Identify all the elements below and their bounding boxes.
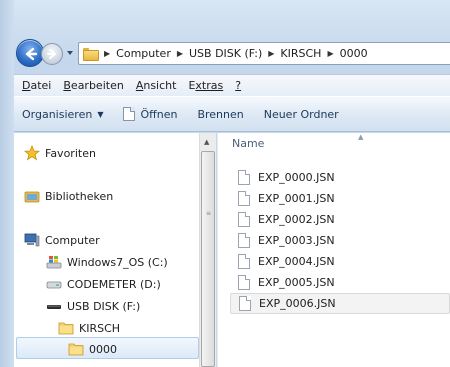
menu-bearbeiten[interactable]: Bearbeiten xyxy=(63,79,123,92)
menu-datei-label: atei xyxy=(30,79,52,92)
menu-extras-label: xtras xyxy=(195,79,224,92)
computer-icon xyxy=(24,233,40,247)
organize-button[interactable]: Organisieren ▼ xyxy=(22,108,103,121)
file-row-hovered[interactable]: EXP_0006.JSN xyxy=(230,293,450,314)
file-name: EXP_0001.JSN xyxy=(258,192,335,205)
nav-item-kirsch[interactable]: KIRSCH xyxy=(58,320,120,336)
sort-ascending-icon: ▲ xyxy=(358,133,364,141)
file-icon xyxy=(238,254,250,269)
address-bar[interactable]: ▶ Computer ▶ USB DISK (F:) ▶ KIRSCH ▶ 00… xyxy=(78,42,450,65)
back-button[interactable] xyxy=(16,39,44,67)
file-icon xyxy=(239,296,251,311)
windows-drive-icon xyxy=(46,256,62,269)
drive-icon xyxy=(46,281,62,289)
menu-bar: Datei Bearbeiten Ansicht Extras ? xyxy=(14,74,450,96)
file-row[interactable]: EXP_0000.JSN xyxy=(230,167,450,188)
document-icon xyxy=(123,107,136,121)
file-icon xyxy=(238,170,250,185)
breadcrumb-usb-disk[interactable]: USB DISK (F:) xyxy=(189,47,262,60)
menu-bearbeiten-label: earbeiten xyxy=(70,79,124,92)
usb-drive-icon xyxy=(47,305,61,309)
breadcrumb-0000[interactable]: 0000 xyxy=(340,47,368,60)
organize-label: Organisieren xyxy=(22,107,93,121)
breadcrumb-separator-icon[interactable]: ▶ xyxy=(177,49,183,58)
menu-ansicht-label: nsicht xyxy=(143,79,177,92)
navigation-bar: ▶ Computer ▶ USB DISK (F:) ▶ KIRSCH ▶ 00… xyxy=(14,38,450,68)
folder-icon xyxy=(83,48,99,61)
nav-label: KIRSCH xyxy=(79,321,121,335)
burn-button[interactable]: Brennen xyxy=(197,108,243,121)
file-name: EXP_0002.JSN xyxy=(258,213,335,226)
burn-label: Brennen xyxy=(197,107,244,121)
nav-label: CODEMETER (D:) xyxy=(67,277,161,291)
menu-ansicht[interactable]: Ansicht xyxy=(136,79,177,92)
file-icon xyxy=(238,275,250,290)
file-name: EXP_0000.JSN xyxy=(258,171,335,184)
new-folder-label: Neuer Ordner xyxy=(263,107,339,121)
breadcrumb-separator-icon[interactable]: ▶ xyxy=(104,49,110,58)
library-icon xyxy=(24,191,40,203)
file-icon xyxy=(238,233,250,248)
breadcrumb-separator-icon[interactable]: ▶ xyxy=(268,49,274,58)
breadcrumb-separator-icon[interactable]: ▶ xyxy=(327,49,333,58)
file-name: EXP_0005.JSN xyxy=(258,276,335,289)
breadcrumb-kirsch[interactable]: KIRSCH xyxy=(280,47,321,60)
open-label: Öffnen xyxy=(140,107,178,121)
file-list-pane: ▲ Name EXP_0000.JSN EXP_0001.JSN EXP_000… xyxy=(217,133,450,367)
star-icon xyxy=(24,145,40,161)
file-row[interactable]: EXP_0003.JSN xyxy=(230,230,450,251)
window-left-edge xyxy=(0,0,14,367)
nav-label: Favoriten xyxy=(45,146,96,160)
column-header-name[interactable]: Name xyxy=(232,137,264,150)
scrollbar-thumb[interactable]: ≡ xyxy=(201,151,215,367)
file-row[interactable]: EXP_0002.JSN xyxy=(230,209,450,230)
file-name: EXP_0004.JSN xyxy=(258,255,335,268)
file-icon xyxy=(238,212,250,227)
arrow-right-icon xyxy=(47,49,56,59)
history-dropdown-icon[interactable] xyxy=(66,49,74,57)
nav-pane-scrollbar[interactable]: ▲ ≡ xyxy=(199,133,216,367)
folder-icon xyxy=(68,343,84,356)
file-row[interactable]: EXP_0005.JSN xyxy=(230,272,450,293)
file-name: EXP_0003.JSN xyxy=(258,234,335,247)
file-name: EXP_0006.JSN xyxy=(259,297,336,310)
nav-label: Bibliotheken xyxy=(45,189,114,203)
forward-button[interactable] xyxy=(41,43,63,65)
nav-item-0000[interactable]: 0000 xyxy=(68,341,117,357)
scroll-up-icon[interactable]: ▲ xyxy=(204,138,209,146)
file-row[interactable]: EXP_0004.JSN xyxy=(230,251,450,272)
nav-item-favorites[interactable]: Favoriten xyxy=(24,145,96,161)
menu-bearbeiten-accelerator: B xyxy=(63,79,71,92)
menu-datei[interactable]: Datei xyxy=(22,79,51,92)
nav-item-drive-f[interactable]: USB DISK (F:) xyxy=(46,298,140,314)
nav-item-computer[interactable]: Computer xyxy=(24,232,100,248)
menu-help[interactable]: ? xyxy=(235,79,241,92)
chevron-down-icon: ▼ xyxy=(97,109,104,119)
nav-item-drive-c[interactable]: Windows7_OS (C:) xyxy=(46,254,168,270)
grip-icon: ≡ xyxy=(206,210,212,217)
open-button[interactable]: Öffnen xyxy=(123,107,177,121)
nav-label: USB DISK (F:) xyxy=(67,299,141,313)
file-row[interactable]: EXP_0001.JSN xyxy=(230,188,450,209)
nav-item-drive-d[interactable]: CODEMETER (D:) xyxy=(46,276,161,292)
navigation-pane: Favoriten Bibliotheken Computer Windows7… xyxy=(14,133,199,367)
file-icon xyxy=(238,191,250,206)
nav-label: 0000 xyxy=(89,342,117,356)
breadcrumb-computer[interactable]: Computer xyxy=(116,47,171,60)
nav-label: Computer xyxy=(45,233,100,247)
folder-icon xyxy=(58,322,74,335)
nav-item-libraries[interactable]: Bibliotheken xyxy=(24,188,113,204)
menu-extras[interactable]: Extras xyxy=(188,79,223,92)
arrow-left-icon xyxy=(25,47,38,61)
nav-label: Windows7_OS (C:) xyxy=(67,255,168,269)
menu-help-accelerator: ? xyxy=(235,79,242,92)
new-folder-button[interactable]: Neuer Ordner xyxy=(264,108,339,121)
command-toolbar: Organisieren ▼ Öffnen Brennen Neuer Ordn… xyxy=(14,96,450,132)
